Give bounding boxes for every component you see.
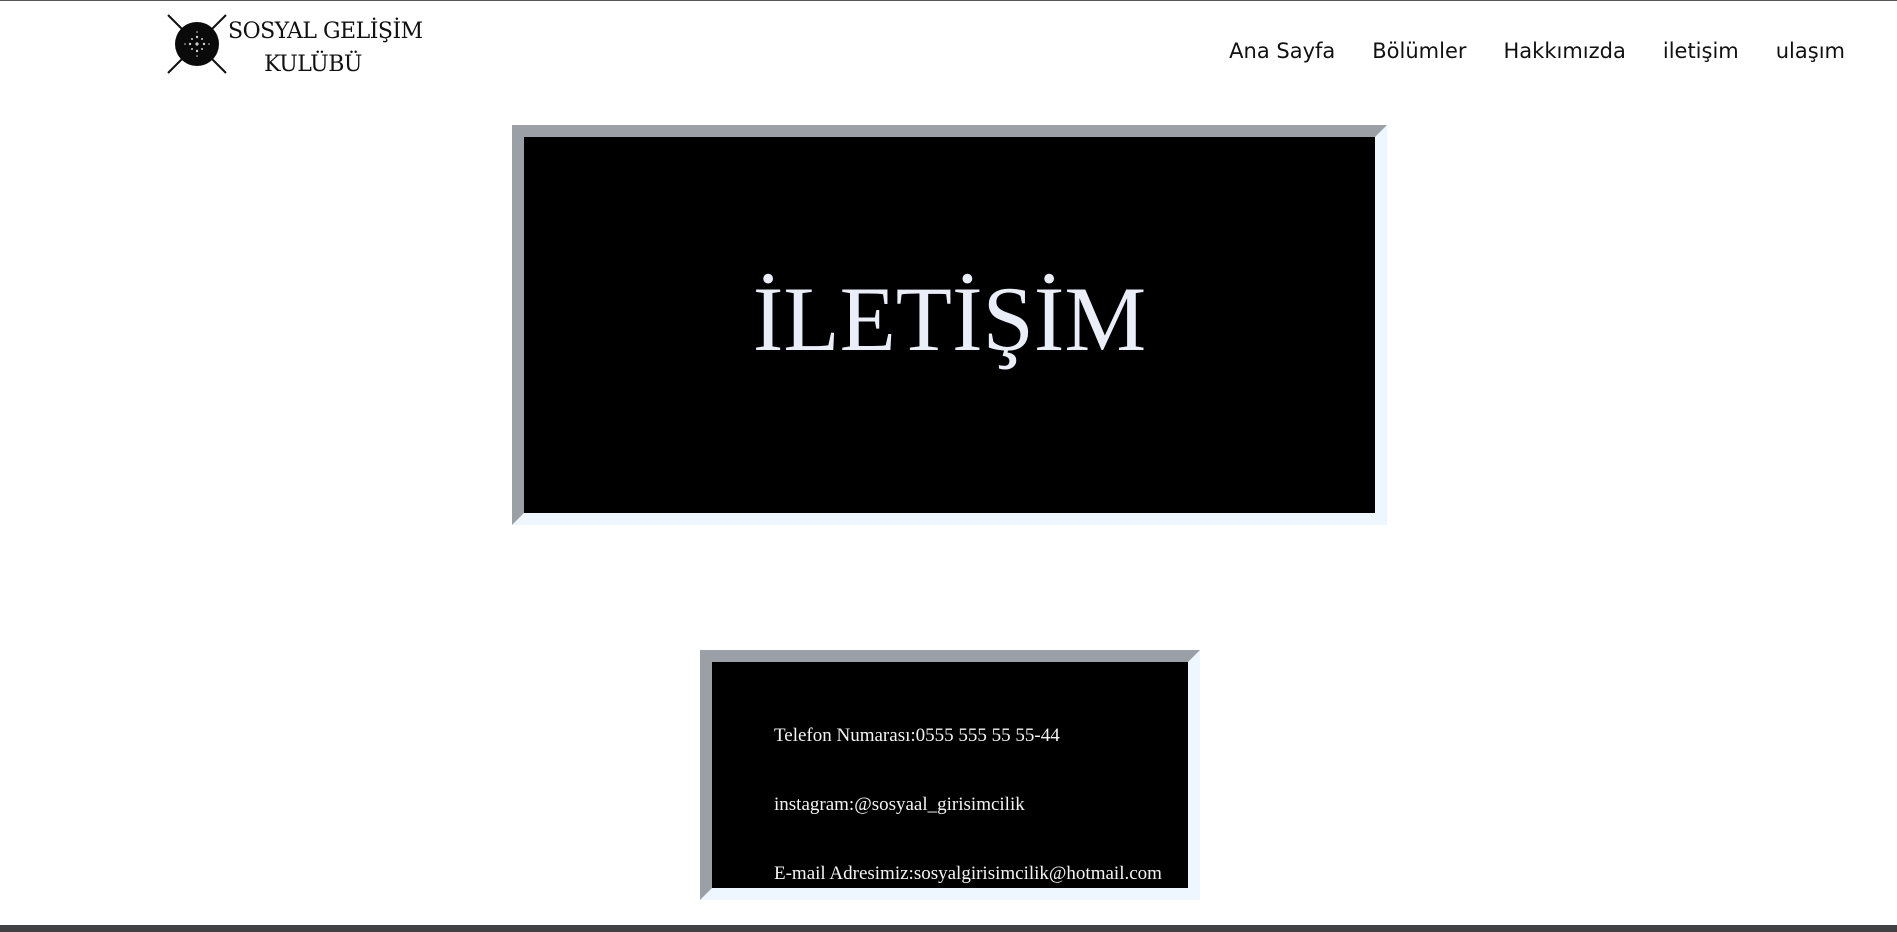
contact-email: E-mail Adresimiz:sosyalgirisimcilik@hotm…: [774, 863, 1162, 884]
nav-link-hakkimizda[interactable]: Hakkımızda: [1504, 34, 1626, 68]
main-navigation: Ana Sayfa Bölümler Hakkımızda iletişim u…: [1192, 34, 1845, 68]
contact-instagram: instagram:@sosyaal_girisimcilik: [774, 794, 1025, 815]
top-border: [0, 0, 1897, 1]
site-logo[interactable]: SOSYAL GELİŞİM KULÜBÜ: [166, 13, 423, 77]
hero-banner: İLETİŞİM: [512, 125, 1387, 525]
logo-wordmark: SOSYAL GELİŞİM KULÜBÜ: [228, 15, 423, 81]
logo-line-1: SOSYAL GELİŞİM: [228, 19, 423, 44]
page-bottom-bar: [0, 925, 1897, 932]
club-emblem-icon: [167, 14, 227, 74]
nav-link-ana-sayfa[interactable]: Ana Sayfa: [1229, 34, 1335, 68]
page-title: İLETİŞİM: [752, 268, 1147, 370]
nav-link-bolumler[interactable]: Bölümler: [1372, 34, 1466, 68]
logo-line-2: KULÜBÜ: [264, 52, 362, 77]
contact-card: Telefon Numarası:0555 555 55 55-44 insta…: [700, 650, 1200, 900]
nav-link-iletisim[interactable]: iletişim: [1663, 34, 1739, 68]
nav-link-ulasim[interactable]: ulaşım: [1776, 34, 1845, 68]
contact-phone: Telefon Numarası:0555 555 55 55-44: [774, 725, 1060, 746]
